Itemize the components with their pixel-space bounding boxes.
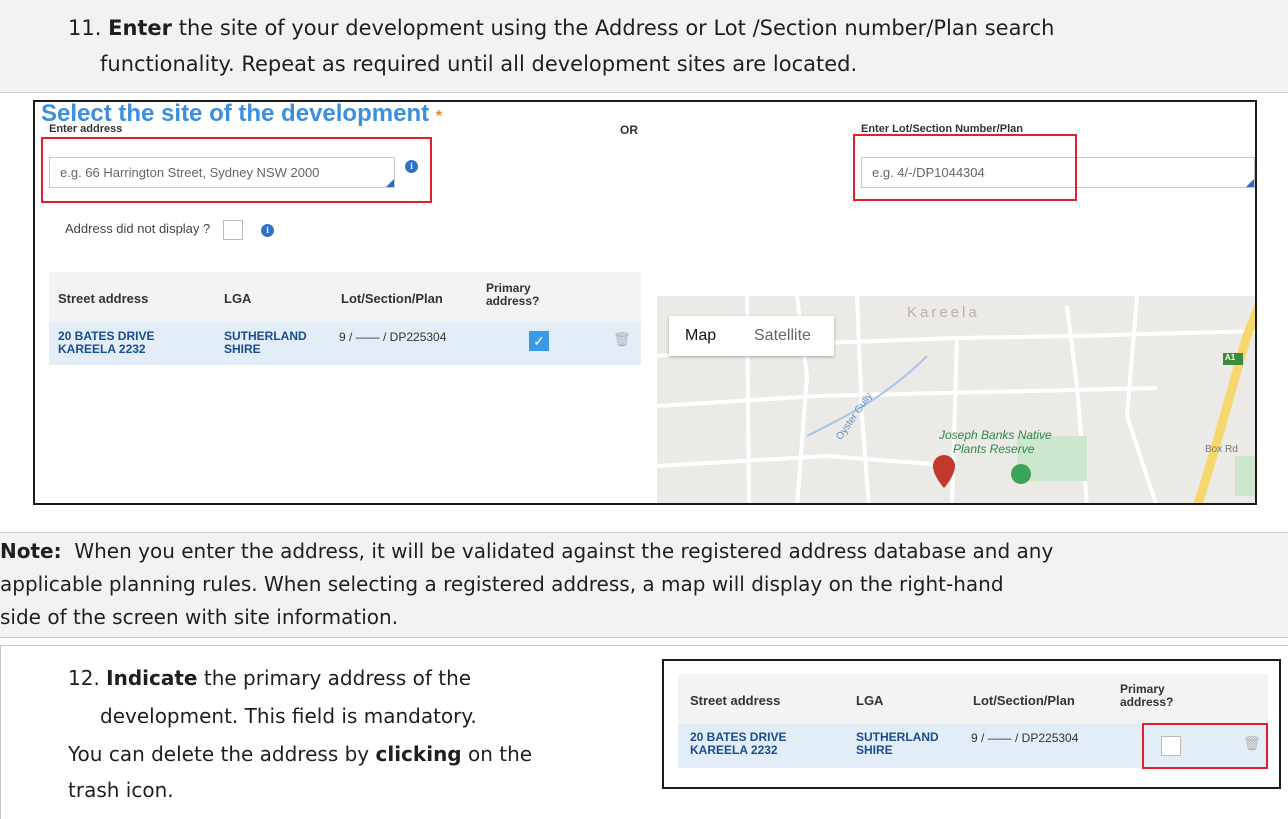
col-street-address: Street address (58, 291, 149, 306)
trash-icon[interactable]: 🗑 (613, 331, 631, 348)
step-12-line3: You can delete the address by clicking o… (68, 742, 533, 766)
park-label-2: Plants Reserve (953, 442, 1035, 456)
primary-checkbox[interactable]: ✓ (529, 331, 549, 351)
note-line2: applicable planning rules. When selectin… (0, 572, 1004, 596)
note-line3: side of the screen with site information… (0, 605, 399, 629)
step-12-line1: the primary address of the (203, 666, 472, 690)
step-11-text: 11. Enter the site of your development u… (68, 12, 1268, 44)
step-12-verb: Indicate (106, 666, 198, 690)
results-table: Street address LGA Lot/Section/Plan Prim… (49, 272, 641, 365)
required-mark: * (435, 108, 442, 125)
step-11-line1: the site of your development using the A… (178, 16, 1055, 40)
or-label: OR (620, 123, 638, 137)
step-11-line2: functionality. Repeat as required until … (100, 52, 858, 76)
lot-value: 9 / —— / DP225304 (971, 731, 1079, 745)
map-tab[interactable]: Map (685, 327, 716, 345)
place-label: Kareela (907, 304, 980, 321)
lga-line2: SHIRE (224, 342, 261, 356)
address-not-display-checkbox[interactable] (223, 220, 243, 240)
col-lot: Lot/Section/Plan (341, 291, 443, 306)
col-lga: LGA (856, 693, 884, 708)
satellite-tab[interactable]: Satellite (754, 327, 811, 345)
site-selection-screenshot: Select the site of the development * Ent… (33, 100, 1257, 505)
step-12-number: 12. (68, 666, 100, 690)
step-11-verb: Enter (108, 16, 173, 40)
col-lot: Lot/Section/Plan (973, 693, 1075, 708)
note-label: Note: (0, 539, 62, 563)
street-line2: KAREELA 2232 (58, 342, 146, 356)
note-text: Note: When you enter the address, it wil… (0, 535, 1053, 634)
lga-line2: SHIRE (856, 743, 893, 757)
address-highlight (41, 137, 432, 203)
lot-value: 9 / —— / DP225304 (339, 330, 447, 344)
step-12-line4: trash icon. (68, 778, 174, 802)
road-label-box: Box Rd (1205, 444, 1238, 455)
address-label: Enter address (49, 123, 123, 135)
col-primary: Primary address? (1120, 682, 1174, 709)
primary-address-screenshot: Street address LGA Lot/Section/Plan Prim… (662, 659, 1281, 789)
note-line1: When you enter the address, it will be v… (74, 539, 1054, 563)
address-not-display-label: Address did not display ? (65, 221, 211, 236)
col-street-address: Street address (690, 693, 781, 708)
step-11-number: 11. (68, 16, 102, 40)
col-primary: Primary address? (486, 281, 540, 308)
highway-badge: A1 (1225, 353, 1236, 362)
park-label-1: Joseph Banks Native (939, 428, 1052, 442)
lot-highlight (853, 134, 1077, 201)
site-map[interactable]: Map Satellite Kareela Joseph Banks Nativ… (657, 296, 1255, 503)
col-lga: LGA (224, 291, 252, 306)
street-line2: KAREELA 2232 (690, 743, 778, 757)
primary-highlight (1142, 723, 1268, 769)
resize-corner-icon (1246, 179, 1254, 187)
address-not-display-info-icon[interactable]: i (261, 224, 274, 237)
step-12-text: 12. Indicate the primary address of the (68, 662, 471, 694)
step-12-line2: development. This field is mandatory. (100, 704, 477, 728)
